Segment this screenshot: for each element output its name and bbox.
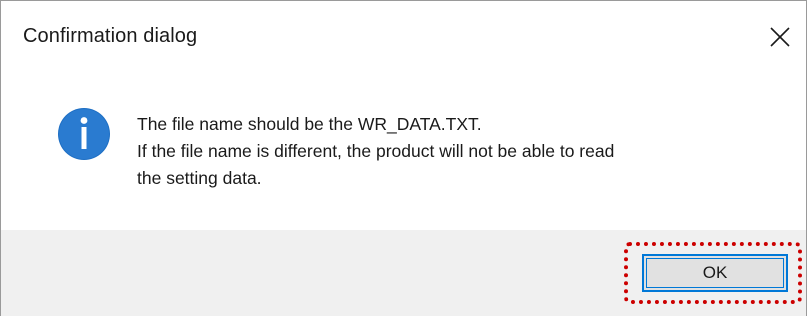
dialog-title: Confirmation dialog <box>23 25 198 47</box>
ok-button-label: OK <box>702 263 728 282</box>
title-bar: Confirmation dialog <box>1 1 806 73</box>
confirmation-dialog: Confirmation dialog The file name should… <box>0 0 807 316</box>
info-icon <box>58 108 110 160</box>
message-line: the setting data. <box>137 168 262 188</box>
button-bar: OK <box>1 230 806 316</box>
close-icon <box>770 27 790 47</box>
dialog-message: The file name should be the WR_DATA.TXT.… <box>137 111 777 192</box>
close-button[interactable] <box>762 21 796 53</box>
message-line: The file name should be the WR_DATA.TXT. <box>137 114 482 134</box>
ok-button[interactable]: OK <box>642 254 788 292</box>
dialog-content: The file name should be the WR_DATA.TXT.… <box>1 73 806 230</box>
message-line: If the file name is different, the produ… <box>137 141 615 161</box>
